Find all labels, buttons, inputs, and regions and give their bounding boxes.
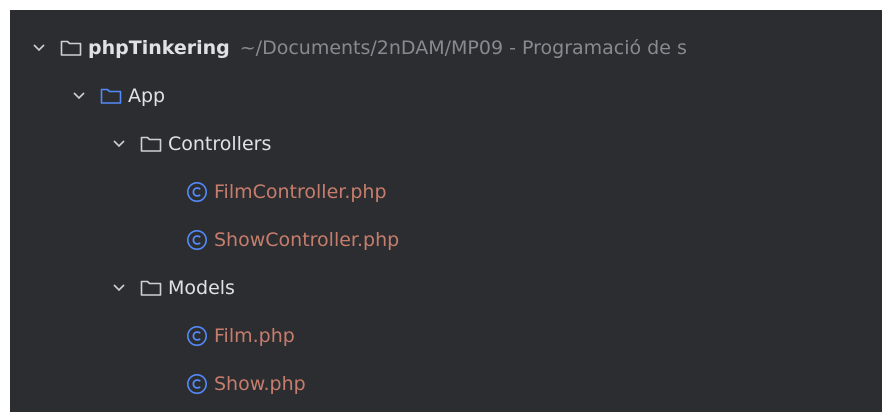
php-class-icon [186,373,208,395]
php-class-icon [186,229,208,251]
tree-node-label: Models [168,277,235,299]
project-name: phpTinkering [88,37,230,59]
tree-node-show[interactable]: Show.php [10,360,882,408]
chevron-down-icon[interactable] [112,281,126,295]
tree-node-app[interactable]: App [10,72,882,120]
tree-node-film[interactable]: Film.php [10,312,882,360]
tree-node-label: Film.php [214,325,295,347]
tree-node-controllers[interactable]: Controllers [10,120,882,168]
folder-icon [140,279,162,297]
tree-node-label: ShowController.php [214,229,400,251]
project-tree-panel: phpTinkering ~/Documents/2nDAM/MP09 - Pr… [10,10,882,412]
tree-node-filmcontroller[interactable]: FilmController.php [10,168,882,216]
tree-node-label: Show.php [214,373,306,395]
tree-node-showcontroller[interactable]: ShowController.php [10,216,882,264]
folder-icon [60,39,82,57]
tree-node-label: App [128,85,166,107]
tree-node-label: Controllers [168,133,272,155]
php-class-icon [186,181,208,203]
folder-icon [140,135,162,153]
tree-node-root[interactable]: phpTinkering ~/Documents/2nDAM/MP09 - Pr… [10,24,882,72]
chevron-down-icon[interactable] [72,89,86,103]
tree-node-label: FilmController.php [214,181,387,203]
tree-node-models[interactable]: Models [10,264,882,312]
project-path: ~/Documents/2nDAM/MP09 - Programació de … [239,37,687,59]
chevron-down-icon[interactable] [112,137,126,151]
chevron-down-icon[interactable] [32,41,46,55]
php-class-icon [186,325,208,347]
module-folder-icon [100,87,122,105]
